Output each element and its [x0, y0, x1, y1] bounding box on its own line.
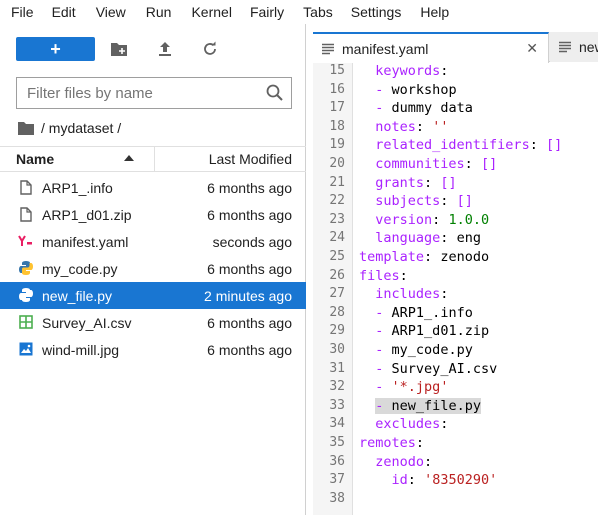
file-row[interactable]: ARP1_.info 6 months ago — [0, 174, 306, 201]
code-line: 28 - ARP1_.info — [329, 304, 473, 321]
code-line: 24 language: eng — [329, 230, 481, 247]
file-filter[interactable] — [16, 77, 292, 109]
file-row[interactable]: ARP1_d01.zip 6 months ago — [0, 201, 306, 228]
code-line: 31 - Survey_AI.csv — [329, 360, 498, 377]
tab-label: new — [579, 39, 598, 55]
file-browser-panel: + / mydataset / Name Last Modified — [0, 24, 306, 515]
column-divider[interactable] — [154, 147, 155, 171]
code-line: 21 grants: [] — [329, 174, 457, 191]
editor-panel: manifest.yaml ✕ new 15 keywords: 16 - wo… — [313, 24, 598, 515]
sort-ascending-icon[interactable] — [124, 155, 134, 161]
code-line-highlighted: 33 - new_file.py — [329, 397, 481, 414]
python-icon — [18, 260, 34, 276]
code-line: 25 template: zenodo — [329, 249, 490, 265]
tab-label: manifest.yaml — [342, 40, 429, 57]
file-icon — [18, 179, 34, 195]
file-browser-toolbar: + — [0, 24, 306, 76]
search-icon — [265, 83, 285, 103]
new-launcher-button[interactable]: + — [16, 37, 95, 61]
file-name: new_file.py — [42, 287, 113, 304]
menu-edit[interactable]: Edit — [52, 0, 76, 24]
menu-help[interactable]: Help — [420, 0, 449, 24]
tab-bar: manifest.yaml ✕ new — [313, 32, 598, 63]
menu-fairly[interactable]: Fairly — [250, 0, 284, 24]
close-icon[interactable]: ✕ — [526, 41, 538, 55]
upload-icon[interactable] — [155, 39, 175, 59]
file-modified: 6 months ago — [207, 260, 292, 277]
breadcrumb-path[interactable]: / mydataset / — [41, 120, 121, 136]
code-line: 15 keywords: — [329, 63, 449, 79]
file-list-header: Name Last Modified — [0, 146, 306, 172]
menu-file[interactable]: File — [11, 0, 34, 24]
file-list: ARP1_.info 6 months ago ARP1_d01.zip 6 m… — [0, 174, 306, 363]
code-line: 27 includes: — [329, 286, 449, 303]
file-name: my_code.py — [42, 260, 118, 277]
code-line: 17 - dummy data — [329, 100, 473, 117]
file-modified: 6 months ago — [207, 179, 292, 196]
file-row[interactable]: wind-mill.jpg 6 months ago — [0, 336, 306, 363]
menu-settings[interactable]: Settings — [351, 0, 402, 24]
filter-input[interactable] — [17, 84, 253, 102]
file-row[interactable]: Survey_AI.csv 6 months ago — [0, 309, 306, 336]
code-line: 20 communities: [] — [329, 156, 498, 172]
code-line: 19 related_identifiers: [] — [329, 137, 563, 154]
code-line: 37 id: '8350290' — [329, 472, 498, 489]
yaml-icon — [18, 233, 34, 249]
code-line: 30 - my_code.py — [329, 342, 473, 358]
python-icon — [18, 287, 34, 303]
file-modified: 2 minutes ago — [204, 287, 292, 304]
column-name[interactable]: Name — [16, 151, 54, 167]
file-name: manifest.yaml — [42, 233, 129, 250]
tab-new-file[interactable]: new — [550, 32, 598, 62]
new-folder-icon[interactable] — [109, 39, 129, 59]
file-name: Survey_AI.csv — [42, 314, 132, 331]
menu-tabs[interactable]: Tabs — [303, 0, 333, 24]
refresh-icon[interactable] — [200, 39, 220, 59]
file-row[interactable]: my_code.py 6 months ago — [0, 255, 306, 282]
code-line: 16 - workshop — [329, 81, 457, 98]
tab-manifest-yaml[interactable]: manifest.yaml ✕ — [313, 32, 549, 63]
file-row-selected[interactable]: new_file.py 2 minutes ago — [0, 282, 306, 309]
file-modified: 6 months ago — [207, 206, 292, 223]
menu-kernel[interactable]: Kernel — [191, 0, 231, 24]
spreadsheet-icon — [18, 314, 34, 330]
menu-view[interactable]: View — [96, 0, 126, 24]
code-line: 18 notes: '' — [329, 118, 449, 135]
text-editor-icon — [557, 39, 573, 55]
breadcrumb: / mydataset / — [18, 118, 121, 138]
file-name: wind-mill.jpg — [42, 341, 120, 358]
file-row[interactable]: manifest.yaml seconds ago — [0, 228, 306, 255]
code-line: 38 — [329, 490, 345, 506]
code-line: 23 version: 1.0.0 — [329, 211, 490, 228]
file-icon — [18, 206, 34, 222]
file-modified: 6 months ago — [207, 341, 292, 358]
file-name: ARP1_d01.zip — [42, 206, 132, 223]
menu-run[interactable]: Run — [146, 0, 172, 24]
text-editor-icon — [320, 41, 336, 57]
file-modified: 6 months ago — [207, 314, 292, 331]
code-line: 29 - ARP1_d01.zip — [329, 323, 490, 340]
code-line: 22 subjects: [] — [329, 193, 473, 210]
code-line: 35 remotes: — [329, 435, 425, 451]
file-name: ARP1_.info — [42, 179, 113, 196]
code-editor[interactable]: 15 keywords: 16 - workshop 17 - dummy da… — [313, 63, 598, 515]
code-line: 36 zenodo: — [329, 453, 433, 470]
code-line: 32 - '*.jpg' — [329, 379, 449, 396]
file-modified: seconds ago — [212, 233, 292, 250]
folder-icon[interactable] — [18, 121, 34, 135]
code-line: 34 excludes: — [329, 416, 449, 433]
menu-bar: File Edit View Run Kernel Fairly Tabs Se… — [0, 0, 598, 24]
column-last-modified[interactable]: Last Modified — [209, 151, 292, 167]
image-icon — [18, 341, 34, 357]
code-line: 26 files: — [329, 267, 408, 284]
